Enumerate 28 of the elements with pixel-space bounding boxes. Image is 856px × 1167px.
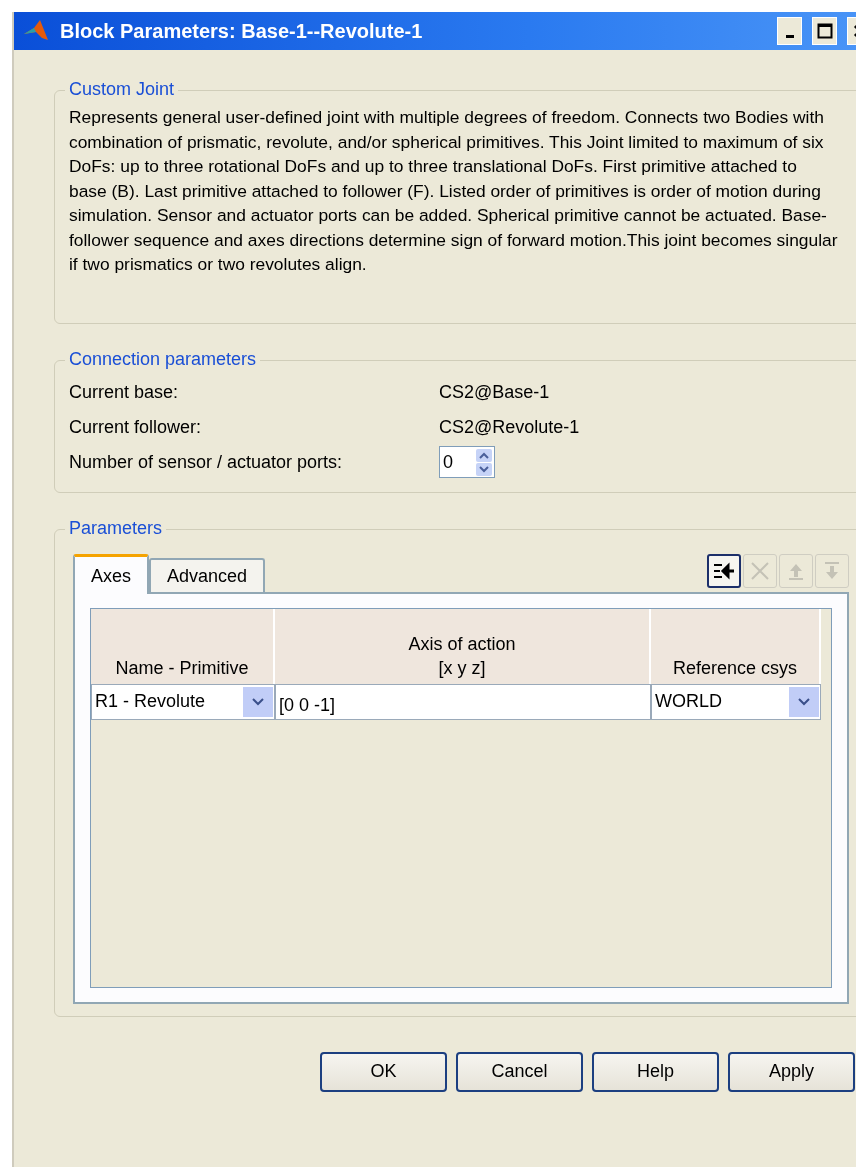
dialog-button[interactable]: OK bbox=[320, 1051, 447, 1092]
ports-spinner[interactable]: 0 bbox=[439, 446, 495, 478]
field-value: CS2@Revolute-1 bbox=[439, 416, 580, 438]
dialog-button[interactable]: Cancel bbox=[456, 1051, 583, 1092]
column-header: Reference csys bbox=[651, 608, 821, 684]
window-title: Block Parameters: Base-1--Revolute-1 bbox=[60, 19, 424, 43]
axis-field[interactable]: [0 0 -1] bbox=[275, 683, 651, 720]
move-down-icon bbox=[823, 560, 841, 581]
field-value: CS2@Base-1 bbox=[439, 381, 550, 403]
column-header: Axis of action [x y z] bbox=[275, 608, 651, 684]
insert-row-icon bbox=[712, 560, 736, 581]
dialog-button[interactable]: Apply bbox=[728, 1051, 855, 1092]
minimize-icon bbox=[785, 34, 794, 38]
primitive-dropdown[interactable]: R1 - Revolute bbox=[91, 683, 275, 720]
minimize-button[interactable] bbox=[777, 17, 802, 45]
description-text: Represents general user-defined joint with multiple degrees of freedom. Connects two Bodies with combination of prismatic, revolute, and/or spherical primitives. This Joint limited to maximum of six DoFs: up to three rotational DoFs and up to three translational DoFs. First primitive attached to base (B). Last primitive attached to follower (F). Listed order of primitives is order of motion during simulation. Sensor and actuator ports can be added. Spherical primitive cannot be actuated. Base-follower sequence and axes directions determine sign of forward motion.This joint becomes singular if two prismatics or two revolutes align. bbox=[69, 106, 839, 276]
insert-button[interactable] bbox=[707, 553, 741, 588]
tab[interactable]: Advanced bbox=[149, 557, 266, 592]
dialog-button[interactable]: Help bbox=[592, 1051, 719, 1092]
column-header: Name - Primitive bbox=[91, 608, 275, 684]
field-label: Current base: bbox=[69, 381, 180, 403]
maximize-icon bbox=[816, 23, 833, 39]
field-label: Current follower: bbox=[69, 416, 203, 438]
delete-icon bbox=[749, 559, 771, 582]
maximize-button[interactable] bbox=[812, 17, 837, 45]
field-label: Number of sensor / actuator ports: bbox=[69, 451, 344, 473]
tab[interactable]: Axes bbox=[73, 553, 150, 594]
csys-dropdown[interactable]: WORLD bbox=[651, 683, 821, 720]
